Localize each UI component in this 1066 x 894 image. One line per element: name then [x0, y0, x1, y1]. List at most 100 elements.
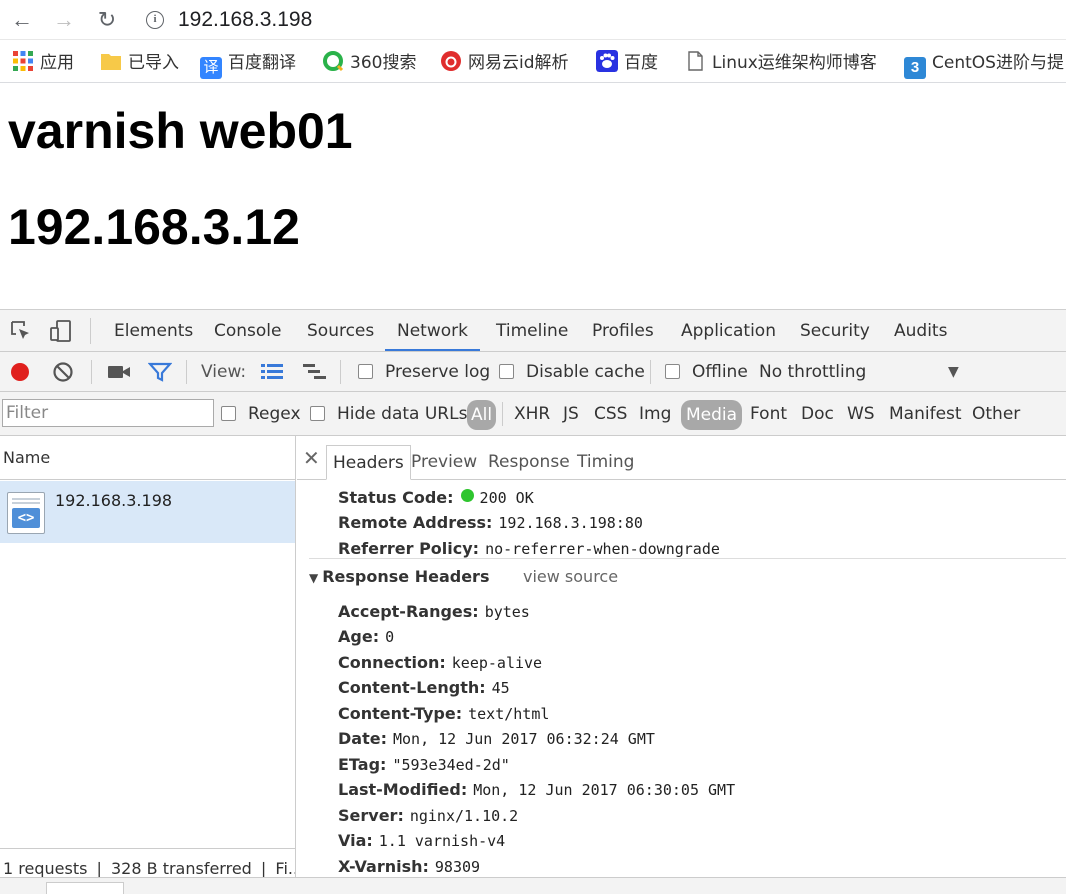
bookmark-baidu-translate[interactable]: 译百度翻译 [200, 50, 296, 79]
bookmark-label: 百度 [624, 53, 658, 73]
checkbox-box[interactable] [499, 364, 514, 379]
response-header-row: Content-Length: 45 [338, 676, 510, 700]
filter-funnel-icon[interactable] [148, 361, 172, 383]
bookmark-centos[interactable]: 3 CentOS进阶与提 [904, 50, 1064, 79]
filter-type-css[interactable]: CSS [594, 392, 627, 436]
filter-type-doc[interactable]: Doc [801, 392, 834, 436]
bookmark-baidu[interactable]: 百度 [596, 50, 658, 74]
disable-cache-checkbox[interactable]: Disable cache [499, 352, 645, 392]
checkbox-box[interactable] [310, 406, 325, 421]
baidu-translate-icon: 译 [200, 57, 222, 79]
app-3-icon: 3 [904, 57, 926, 79]
back-arrow-icon[interactable]: ← [8, 6, 36, 34]
clear-icon[interactable] [52, 361, 74, 383]
tab-preview[interactable]: Preview [405, 445, 483, 480]
filter-type-ws[interactable]: WS [847, 392, 875, 436]
drawer-strip [0, 877, 1066, 894]
tab-audits[interactable]: Audits [892, 310, 949, 351]
tab-elements[interactable]: Elements [112, 310, 195, 351]
header-key: Date: [338, 729, 387, 748]
header-key: Via: [338, 831, 373, 850]
checkbox-box[interactable] [358, 364, 373, 379]
bookmark-linux-blog[interactable]: Linux运维架构师博客 [684, 50, 877, 74]
throttling-select[interactable]: No throttling [759, 352, 866, 392]
large-rows-icon[interactable] [260, 363, 284, 381]
tab-security[interactable]: Security [798, 310, 872, 351]
filter-type-img[interactable]: Img [639, 392, 671, 436]
preserve-log-checkbox[interactable]: Preserve log [358, 352, 490, 392]
header-value: text/html [468, 705, 550, 723]
header-remote-address: Remote Address: 192.168.3.198:80 [338, 511, 643, 535]
offline-checkbox[interactable]: Offline [665, 352, 748, 392]
header-key: Age: [338, 627, 380, 646]
response-header-row: X-Varnish: 98309 [338, 855, 480, 879]
overview-waterfall-icon[interactable] [302, 363, 328, 381]
info-icon[interactable]: i [146, 11, 164, 29]
filter-type-all[interactable]: All [467, 400, 497, 430]
folder-icon [101, 54, 121, 70]
tab-network[interactable]: Network [385, 310, 480, 351]
header-key: Remote Address: [338, 513, 493, 532]
bookmark-360-search[interactable]: 360搜索 [322, 50, 416, 74]
tab-console[interactable]: Console [212, 310, 284, 351]
header-status-code: Status Code: 200 OK [338, 486, 534, 510]
checkbox-box[interactable] [221, 406, 236, 421]
bookmark-netease[interactable]: 网易云id解析 [440, 50, 569, 74]
tab-response[interactable]: Response [482, 445, 576, 480]
filter-type-js[interactable]: JS [563, 392, 579, 436]
tab-sources[interactable]: Sources [305, 310, 376, 351]
drawer-tab[interactable] [46, 882, 124, 894]
header-value: "593e34ed-2d" [392, 756, 510, 774]
header-value: bytes [484, 603, 530, 621]
request-row[interactable]: <> 192.168.3.198 [0, 481, 295, 543]
bookmark-label: 360搜索 [350, 53, 417, 73]
tab-timing[interactable]: Timing [571, 445, 640, 480]
header-key: Referrer Policy: [338, 539, 480, 558]
response-header-row: Date: Mon, 12 Jun 2017 06:32:24 GMT [338, 727, 655, 751]
device-toolbar-icon[interactable] [49, 319, 73, 343]
filter-bar: Regex Hide data URLs All XHR JS CSS Img … [0, 392, 1066, 436]
regex-checkbox[interactable]: Regex [221, 392, 301, 436]
chevron-down-icon[interactable]: ▼ [948, 352, 959, 392]
filter-input[interactable] [2, 399, 214, 427]
header-key: Connection: [338, 653, 446, 672]
bookmark-label: Linux运维架构师博客 [712, 53, 877, 73]
hide-data-urls-checkbox[interactable]: Hide data URLs [310, 392, 467, 436]
tab-profiles[interactable]: Profiles [590, 310, 656, 351]
header-key: Accept-Ranges: [338, 602, 479, 621]
checkbox-box[interactable] [665, 364, 680, 379]
bookmark-apps[interactable]: 应用 [12, 50, 74, 74]
tab-headers[interactable]: Headers [326, 445, 411, 480]
bookmark-label: 应用 [40, 53, 74, 73]
response-header-row: Age: 0 [338, 625, 394, 649]
view-label: View: [201, 362, 247, 382]
filter-type-other[interactable]: Other [972, 392, 1020, 436]
header-value: nginx/1.10.2 [409, 807, 519, 825]
url-field[interactable]: i 192.168.3.198 [138, 4, 1066, 36]
reload-icon[interactable]: ↻ [93, 6, 121, 34]
request-name[interactable]: 192.168.3.198 [55, 491, 172, 510]
header-value: 192.168.3.198:80 [498, 514, 643, 532]
header-value: 0 [385, 628, 395, 646]
name-column-header[interactable]: Name [0, 436, 295, 480]
inspect-element-icon[interactable] [9, 319, 33, 343]
forward-arrow-icon[interactable]: → [50, 6, 78, 34]
header-key: Content-Type: [338, 704, 463, 723]
response-headers-toggle[interactable]: ▼ Response Headers [309, 565, 489, 589]
filter-type-font[interactable]: Font [750, 392, 787, 436]
screenshot-camera-icon[interactable] [107, 362, 131, 382]
bookmark-label: CentOS进阶与提 [932, 53, 1064, 73]
search-360-icon [323, 51, 344, 72]
document-icon: <> [7, 492, 45, 534]
view-source-link[interactable]: view source [523, 565, 618, 589]
bookmark-label: 已导入 [128, 53, 179, 73]
bookmark-imported[interactable]: 已导入 [100, 50, 179, 74]
filter-type-manifest[interactable]: Manifest [889, 392, 962, 436]
url-text[interactable]: 192.168.3.198 [178, 8, 312, 32]
filter-type-media[interactable]: Media [681, 400, 743, 430]
record-icon[interactable] [9, 361, 31, 383]
close-icon[interactable]: ✕ [303, 446, 320, 470]
filter-type-xhr[interactable]: XHR [514, 392, 550, 436]
tab-timeline[interactable]: Timeline [494, 310, 570, 351]
tab-application[interactable]: Application [679, 310, 778, 351]
